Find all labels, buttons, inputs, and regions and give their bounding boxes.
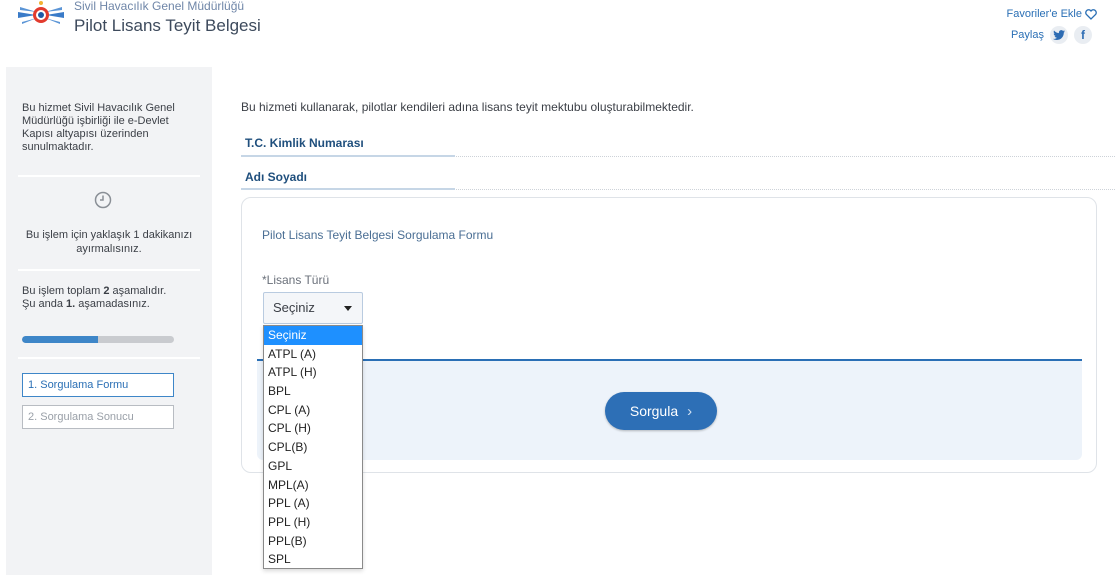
form-title: Pilot Lisans Teyit Belgesi Sorgulama For…	[262, 228, 494, 242]
sidebar-divider	[18, 357, 200, 359]
sidebar: Bu hizmet Sivil Havacılık Genel Müdürlüğ…	[6, 67, 212, 575]
submit-query-label: Sorgula	[629, 403, 679, 419]
caret-down-icon	[344, 306, 352, 311]
step-progress-fill	[22, 336, 98, 343]
name-surname-label: Adı Soyadı	[245, 170, 308, 184]
license-type-option[interactable]: CPL (H)	[264, 419, 362, 438]
submit-query-button[interactable]: Sorgula ›	[605, 392, 717, 430]
license-type-option[interactable]: PPL(B)	[264, 532, 362, 551]
favorites-label: Favoriler'e Ekle	[1006, 8, 1082, 20]
current-step: 1.	[66, 298, 76, 310]
license-type-options-list: Seçiniz ATPL (A) ATPL (H) BPL CPL (A) CPL (H)…	[263, 325, 363, 569]
step-2-query-result: 2. Sorgulama Sonucu	[22, 405, 174, 429]
license-type-select[interactable]: Seçiniz	[263, 292, 363, 324]
heart-icon	[1085, 8, 1097, 20]
organization-name: Sivil Havacılık Genel Müdürlüğü	[74, 0, 245, 13]
license-type-option[interactable]: CPL(B)	[264, 438, 362, 457]
license-type-option[interactable]: Seçiniz	[264, 326, 362, 345]
shgm-logo-icon	[18, 1, 64, 24]
page-header: Sivil Havacılık Genel Müdürlüğü Pilot Li…	[0, 0, 1116, 64]
license-type-label: *Lisans Türü	[262, 273, 330, 287]
add-to-favorites-link[interactable]: Favoriler'e Ekle	[1007, 8, 1097, 20]
step-1-query-form[interactable]: 1. Sorgulama Formu	[22, 373, 174, 397]
share-label: Paylaş	[1010, 29, 1044, 41]
license-type-option[interactable]: GPL	[264, 457, 362, 476]
step-info-middle: aşamalıdır.	[109, 285, 167, 297]
step-info-prefix: Bu işlem toplam	[22, 285, 104, 297]
step-progress-bar	[22, 336, 174, 343]
chevron-right-icon: ›	[687, 402, 693, 420]
license-type-selected-value: Seçiniz	[273, 300, 315, 315]
facebook-share-button[interactable]: f	[1074, 26, 1092, 44]
current-step-prefix: Şu anda	[22, 298, 67, 310]
estimated-time-text: Bu işlem için yaklaşık 1 dakikanızı ayır…	[25, 229, 193, 255]
current-step-suffix: aşamadasınız.	[75, 298, 150, 310]
license-type-option[interactable]: BPL	[264, 382, 362, 401]
license-type-option[interactable]: MPL(A)	[264, 476, 362, 495]
twitter-icon	[1053, 30, 1065, 40]
step-info-text: Bu işlem toplam 2 aşamalıdır. Şu anda 1.…	[22, 285, 182, 311]
share-group: Paylaş f	[1011, 26, 1092, 44]
intro-text: Bu hizmeti kullanarak, pilotlar kendiler…	[241, 100, 694, 114]
license-type-option[interactable]: CPL (A)	[264, 401, 362, 420]
license-type-option[interactable]: SPL	[264, 550, 362, 569]
license-type-option[interactable]: ATPL (A)	[264, 345, 362, 364]
twitter-share-button[interactable]	[1050, 26, 1068, 44]
sidebar-divider	[18, 175, 200, 177]
field-underline	[241, 188, 455, 190]
license-type-option[interactable]: ATPL (H)	[264, 363, 362, 382]
tc-kimlik-label: T.C. Kimlik Numarası	[245, 136, 364, 150]
license-type-option[interactable]: PPL (H)	[264, 513, 362, 532]
clock-icon	[94, 191, 112, 209]
page-title: Pilot Lisans Teyit Belgesi	[74, 16, 261, 35]
query-form-card: Pilot Lisans Teyit Belgesi Sorgulama For…	[241, 197, 1097, 473]
service-info-text: Bu hizmet Sivil Havacılık Genel Müdürlüğ…	[22, 102, 175, 153]
form-action-area: Sorgula ›	[257, 359, 1082, 460]
sidebar-divider	[18, 269, 200, 271]
facebook-icon: f	[1081, 28, 1085, 42]
field-underline	[241, 155, 455, 157]
license-type-option[interactable]: PPL (A)	[264, 494, 362, 513]
